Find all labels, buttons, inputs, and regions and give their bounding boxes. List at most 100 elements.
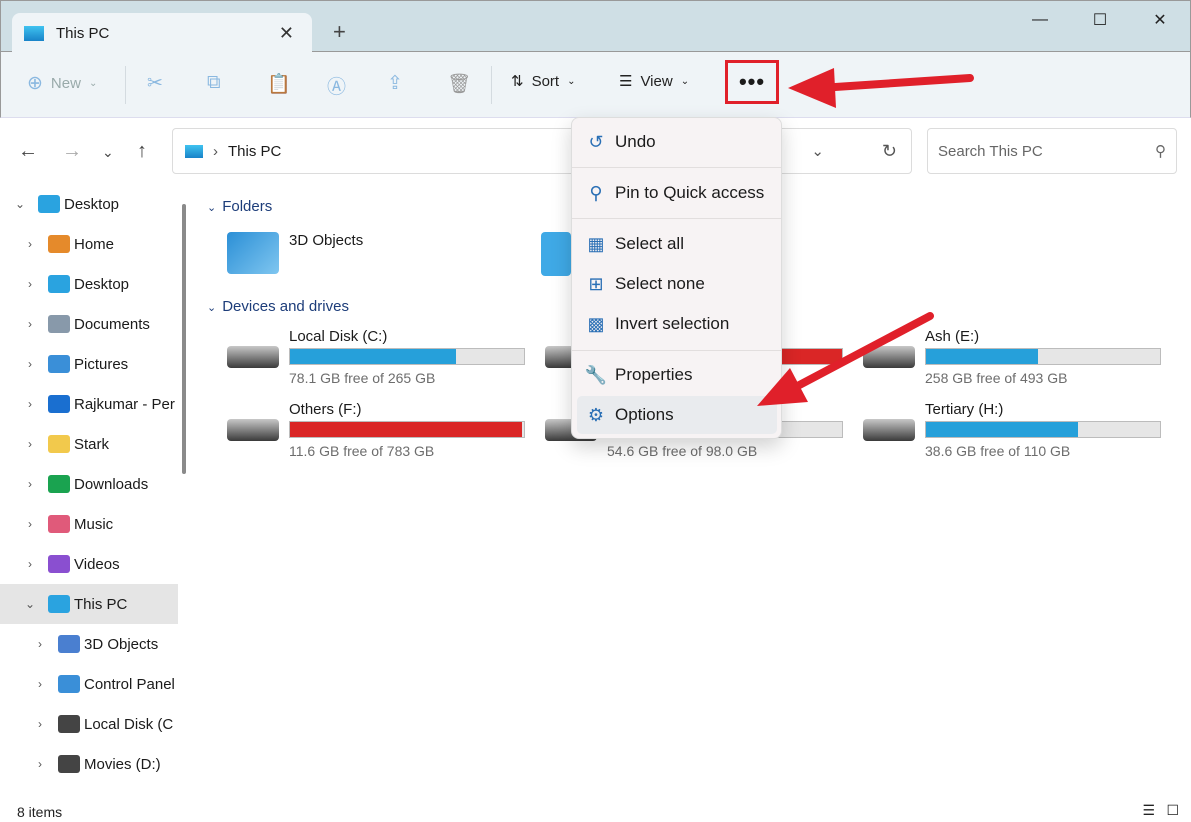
view-button[interactable]: ☰ View ⌄: [619, 72, 689, 91]
address-dropdown-icon[interactable]: ⌄: [811, 142, 824, 160]
drive-free-space: 11.6 GB free of 783 GB: [289, 443, 435, 459]
close-tab-icon[interactable]: ✕: [279, 23, 294, 44]
up-icon[interactable]: ↑: [137, 140, 147, 163]
sidebar-item[interactable]: › Downloads: [0, 464, 178, 504]
chevron-right-icon[interactable]: ›: [30, 677, 50, 691]
sidebar-item[interactable]: › Control Panel: [0, 664, 178, 704]
menu-item-undo[interactable]: ↺ Undo: [577, 123, 777, 161]
folder-item[interactable]: 3D Objects: [227, 232, 363, 274]
chevron-right-icon[interactable]: ›: [20, 437, 40, 451]
command-bar: ⊕ New ⌄ ✂ ⧉ 📋 Ⓐ ⇪ 🗑 ⇅ Sort ⌄ ☰ View ⌄ •••: [0, 52, 1191, 118]
paste-icon[interactable]: 📋: [267, 72, 291, 96]
menu-item-pin-to-quick-access[interactable]: ⚲ Pin to Quick access: [577, 174, 777, 212]
sort-button[interactable]: ⇅ Sort ⌄: [511, 72, 575, 91]
sidebar-item[interactable]: › Home: [0, 224, 178, 264]
tiles-view-icon[interactable]: ☐: [1166, 802, 1179, 819]
folder-icon: [48, 595, 70, 613]
chevron-down-icon[interactable]: ⌄: [10, 197, 30, 211]
cut-icon[interactable]: ✂: [147, 72, 163, 95]
sidebar-item[interactable]: › 3D Objects: [0, 624, 178, 664]
address-bar[interactable]: › This PC ⌄ ↻: [172, 128, 912, 174]
title-bar: This PC ✕ + — ☐ ✕: [0, 0, 1191, 53]
sidebar-item[interactable]: ⌄ Desktop: [0, 184, 178, 224]
folders-section-header[interactable]: ⌄ Folders: [207, 198, 272, 215]
chevron-down-icon[interactable]: ⌄: [20, 597, 40, 611]
drive-usage-bar: [289, 421, 525, 438]
menu-divider: [572, 218, 781, 219]
details-view-icon[interactable]: ☰: [1142, 802, 1155, 819]
menu-item-properties[interactable]: 🔧 Properties: [577, 356, 777, 394]
gear-icon: ⚙: [587, 404, 605, 425]
menu-item-select-all[interactable]: ▦ Select all: [577, 225, 777, 263]
sidebar-item-label: Documents: [74, 315, 150, 333]
drive-icon: [863, 419, 915, 441]
delete-icon[interactable]: 🗑: [447, 72, 471, 96]
chevron-right-icon[interactable]: ›: [20, 237, 40, 251]
drive-free-space: 54.6 GB free of 98.0 GB: [607, 443, 758, 459]
new-button[interactable]: ⊕ New ⌄: [27, 72, 97, 95]
tab-this-pc[interactable]: This PC ✕: [12, 13, 312, 53]
chevron-right-icon[interactable]: ›: [30, 757, 50, 771]
sidebar-item[interactable]: › Local Disk (C: [0, 704, 178, 744]
sidebar-scrollbar[interactable]: [182, 204, 186, 474]
rename-icon[interactable]: Ⓐ: [327, 72, 346, 99]
drive-item[interactable]: Others (F:) 11.6 GB free of 783 GB: [227, 401, 527, 461]
refresh-icon[interactable]: ↻: [882, 141, 897, 162]
sidebar-item-label: Downloads: [74, 475, 149, 493]
menu-item-options[interactable]: ⚙ Options: [577, 396, 777, 434]
chevron-right-icon[interactable]: ›: [20, 357, 40, 371]
sidebar-item-label: Rajkumar - Per: [74, 395, 175, 413]
share-icon[interactable]: ⇪: [387, 72, 403, 95]
sidebar-item[interactable]: › Rajkumar - Per: [0, 384, 178, 424]
menu-item-label: Pin to Quick access: [615, 183, 765, 202]
sidebar-item[interactable]: › Stark: [0, 424, 178, 464]
status-bar: 8 items ☰ ☐: [0, 800, 1191, 822]
drive-usage-bar: [289, 348, 525, 365]
back-icon[interactable]: ←: [18, 140, 38, 163]
sidebar-item-label: Local Disk (C: [84, 715, 174, 733]
select-none-icon: ⊞: [588, 273, 604, 294]
3d-objects-icon: [227, 232, 279, 274]
chevron-right-icon[interactable]: ›: [20, 397, 40, 411]
recent-locations-icon[interactable]: ⌄: [102, 144, 114, 161]
drives-section-header[interactable]: ⌄ Devices and drives: [207, 298, 349, 315]
sidebar-item[interactable]: › Movies (D:): [0, 744, 178, 784]
chevron-right-icon[interactable]: ›: [30, 637, 50, 651]
chevron-right-icon[interactable]: ›: [20, 517, 40, 531]
sidebar-item-label: Movies (D:): [84, 755, 161, 773]
menu-item-select-none[interactable]: ⊞ Select none: [577, 265, 777, 303]
menu-item-invert-selection[interactable]: ▩ Invert selection: [577, 305, 777, 343]
menu-item-label: Invert selection: [615, 314, 730, 333]
search-input[interactable]: Search This PC ⚲: [927, 128, 1177, 174]
forward-icon[interactable]: →: [62, 140, 82, 163]
drive-item[interactable]: Tertiary (H:) 38.6 GB free of 110 GB: [863, 401, 1163, 461]
chevron-right-icon[interactable]: ›: [30, 717, 50, 731]
folder-name: 3D Objects: [289, 232, 364, 249]
sidebar-item[interactable]: › Documents: [0, 304, 178, 344]
chevron-right-icon[interactable]: ›: [20, 317, 40, 331]
minimize-button[interactable]: —: [1010, 1, 1070, 39]
navigation-pane: ⌄ Desktop › Home › Desktop › Documents › Pictures…: [0, 184, 195, 800]
sidebar-item-label: 3D Objects: [84, 635, 159, 653]
close-window-button[interactable]: ✕: [1130, 1, 1190, 39]
drive-item[interactable]: Local Disk (C:) 78.1 GB free of 265 GB: [227, 328, 527, 388]
sidebar-item[interactable]: ⌄ This PC: [0, 584, 178, 624]
chevron-right-icon[interactable]: ›: [20, 477, 40, 491]
divider: [125, 66, 126, 104]
sidebar-item[interactable]: › Pictures: [0, 344, 178, 384]
new-tab-button[interactable]: +: [333, 19, 346, 45]
chevron-right-icon[interactable]: ›: [20, 277, 40, 291]
see-more-button[interactable]: •••: [725, 60, 779, 104]
menu-item-label: Select all: [615, 234, 684, 253]
drive-icon: [863, 346, 915, 368]
drive-item[interactable]: Ash (E:) 258 GB free of 493 GB: [863, 328, 1163, 388]
drive-free-space: 78.1 GB free of 265 GB: [289, 370, 436, 386]
copy-icon[interactable]: ⧉: [207, 72, 221, 94]
sidebar-item[interactable]: › Desktop: [0, 264, 178, 304]
menu-item-label: Undo: [615, 132, 656, 151]
maximize-button[interactable]: ☐: [1070, 1, 1130, 39]
sidebar-item[interactable]: › Music: [0, 504, 178, 544]
folder-icon: [58, 635, 80, 653]
sidebar-item[interactable]: › Videos: [0, 544, 178, 584]
chevron-right-icon[interactable]: ›: [20, 557, 40, 571]
